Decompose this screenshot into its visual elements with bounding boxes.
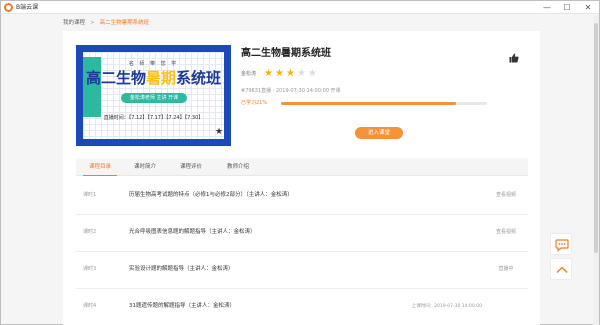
course-title: 高二生物暑期系统班	[241, 48, 331, 59]
lesson-status-link[interactable]: 直播中	[484, 266, 528, 273]
banner-teacher-pill: 金松涛老师 主讲 开课	[121, 93, 187, 103]
chat-button[interactable]	[550, 233, 572, 255]
lesson-row[interactable]: 课时1 历届生物高考试题的特点（必修1与必修2部分）（主讲人：金松涛） 查看视频	[76, 178, 528, 215]
rating-stars: ★★★★★	[264, 68, 319, 79]
minimize-button[interactable]: —	[537, 1, 557, 14]
lesson-title[interactable]: 31题遗传题的解题指导（主讲人：金松涛）	[129, 302, 235, 310]
lesson-number: 课时3	[83, 266, 97, 272]
cloud-class-logo-icon	[4, 3, 13, 12]
banner-star-icon: ★	[215, 127, 224, 137]
lesson-time: 上课时间：2019-07-30 14:00:00	[411, 304, 482, 309]
star-icon: ★	[285, 68, 297, 79]
tab-course-review[interactable]: 课程评价	[174, 158, 208, 176]
teacher-name: 金松涛	[241, 71, 257, 77]
progress-label: 已学习21%	[241, 100, 268, 106]
app-title: B端云课	[16, 4, 39, 11]
scrollbar-thumb[interactable]	[594, 23, 598, 253]
lesson-status-link[interactable]: 查看视频	[484, 192, 528, 199]
progress-bar	[281, 102, 487, 105]
lesson-title[interactable]: 光合呼吸图表信息题的解题指导（主讲人：金松涛）	[129, 228, 256, 236]
lesson-row[interactable]: 课时4 31题遗传题的解题指导（主讲人：金松涛） 上课时间：2019-07-30…	[76, 289, 528, 325]
chevron-up-icon	[556, 266, 568, 273]
enter-classroom-button[interactable]: 进入课堂	[355, 127, 403, 139]
app-window: B端云课 — ☐ ✕ 我的课程 > 高二生物暑期系统班 名 师 带 您 学 高二生物…	[0, 0, 600, 325]
thumbs-up-icon[interactable]	[509, 48, 519, 63]
banner-schedule: 直播时间：【7.12】【7.17】【7.24】【7.30】	[103, 115, 204, 121]
breadcrumb-current: 高二生物暑期系统班	[99, 20, 150, 26]
lesson-title[interactable]: 实验设计题的解题指导（主讲人：金松涛）	[129, 265, 234, 273]
back-to-top-button[interactable]	[550, 258, 572, 280]
maximize-button[interactable]: ☐	[557, 1, 577, 14]
close-button[interactable]: ✕	[578, 1, 598, 14]
banner-title: 高二生物暑期系统班	[85, 69, 222, 87]
lesson-number: 课时1	[83, 192, 97, 198]
vertical-scrollbar[interactable]	[593, 15, 599, 325]
lesson-title[interactable]: 历届生物高考试题的特点（必修1与必修2部分）（主讲人：金松涛）	[129, 191, 293, 199]
lesson-row[interactable]: 课时2 光合呼吸图表信息题的解题指导（主讲人：金松涛） 查看视频	[76, 215, 528, 252]
course-banner-card: 名 师 带 您 学 高二生物暑期系统班 金松涛老师 主讲 开课 直播时间：【7.…	[83, 52, 224, 139]
progress-bar-fill	[281, 102, 457, 105]
star-icon: ★	[264, 68, 275, 79]
breadcrumb-root-link[interactable]: 我的课程	[63, 20, 85, 26]
course-banner: 名 师 带 您 学 高二生物暑期系统班 金松涛老师 主讲 开课 直播时间：【7.…	[76, 45, 231, 146]
chat-bubble-icon	[555, 239, 569, 252]
star-icon: ★	[296, 68, 308, 79]
title-bar: B端云课 — ☐ ✕	[1, 1, 599, 14]
lesson-row[interactable]: 课时3 实验设计题的解题指导（主讲人：金松涛） 直播中	[76, 252, 528, 289]
tab-lesson-intro[interactable]: 课时简介	[128, 158, 162, 176]
course-detail-panel: 名 师 带 您 学 高二生物暑期系统班 金松涛老师 主讲 开课 直播时间：【7.…	[63, 31, 540, 325]
course-schedule: #79631直播 · 2019-07-30 14:00:00 开课	[241, 88, 341, 94]
lesson-status-link[interactable]: 查看视频	[484, 229, 528, 236]
course-tabs: 课程目录 课时简介 课程评价 教师介绍	[76, 158, 528, 176]
banner-tagline: 名 师 带 您 学	[128, 61, 179, 67]
lesson-number: 课时2	[83, 229, 97, 235]
breadcrumb-separator: >	[90, 20, 95, 26]
lesson-number: 课时4	[83, 303, 97, 309]
star-icon: ★	[274, 68, 286, 79]
tab-teacher-intro[interactable]: 教师介绍	[221, 158, 255, 176]
breadcrumb: 我的课程 > 高二生物暑期系统班	[63, 19, 149, 27]
tab-catalog[interactable]: 课程目录	[83, 158, 117, 176]
star-icon: ★	[307, 68, 319, 79]
